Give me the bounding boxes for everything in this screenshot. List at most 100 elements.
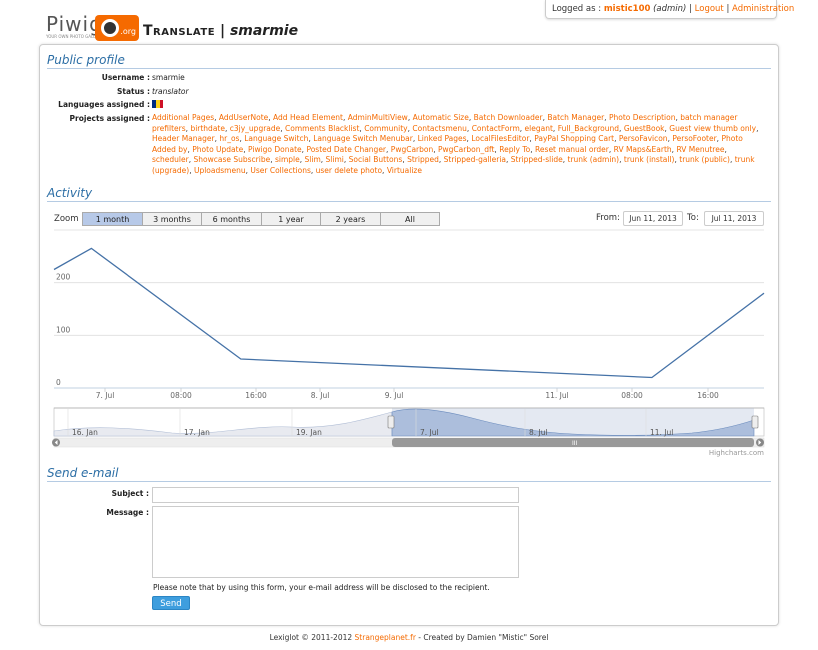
zoom-button-3-months[interactable]: 3 months — [142, 212, 202, 226]
project-link[interactable]: Batch Downloader — [474, 113, 543, 122]
camera-icon: .org — [95, 15, 139, 41]
x-tick-label: 08:00 — [170, 391, 192, 400]
project-link[interactable]: Contactsmenu — [412, 124, 467, 133]
project-link[interactable]: Showcase Subscribe — [193, 155, 270, 164]
navigator-label: 17. Jan — [184, 428, 210, 437]
project-link[interactable]: RV Menutree — [676, 145, 724, 154]
project-link[interactable]: Additional Pages — [152, 113, 214, 122]
project-link[interactable]: user delete photo — [316, 166, 382, 175]
zoom-button-6-months[interactable]: 6 months — [201, 212, 262, 226]
zoom-button-1-year[interactable]: 1 year — [261, 212, 321, 226]
project-link[interactable]: Automatic Size — [413, 113, 469, 122]
project-link[interactable]: Header Manager — [152, 134, 215, 143]
current-user-link[interactable]: mistic100 — [604, 4, 651, 14]
navigator-left-handle — [387, 415, 395, 429]
project-link[interactable]: LocalFilesEditor — [471, 134, 529, 143]
x-tick-label: 16:00 — [245, 391, 267, 400]
project-link[interactable]: AdminMultiView — [348, 113, 408, 122]
projects-list: Additional Pages, AddUserNote, Add Head … — [152, 113, 759, 175]
project-link[interactable]: Full_Background — [558, 124, 619, 133]
project-link[interactable]: Reply To — [499, 145, 530, 154]
logged-as-prefix: Logged as : — [552, 4, 602, 14]
navigator-label: 7. Jul — [420, 428, 439, 437]
project-link[interactable]: trunk (admin) — [568, 155, 620, 164]
project-link[interactable]: Stripped-slide — [511, 155, 563, 164]
page-title: Translate | smarmie — [143, 23, 298, 39]
project-link[interactable]: PwgCarbon_dft — [438, 145, 494, 154]
project-link[interactable]: Piwigo Donate — [248, 145, 302, 154]
project-link[interactable]: hr_os — [219, 134, 239, 143]
email-disclosure-notice: Please note that by using this form, you… — [153, 583, 490, 592]
project-link[interactable]: Comments Blacklist — [285, 124, 359, 133]
project-link[interactable]: Stripped-galleria — [444, 155, 506, 164]
logo-org: .org — [120, 27, 136, 36]
y-tick-label: 0 — [56, 378, 61, 387]
project-link[interactable]: PersoFooter — [672, 134, 716, 143]
project-link[interactable]: Slim — [305, 155, 321, 164]
project-link[interactable]: Slimi — [326, 155, 344, 164]
from-date-input[interactable]: Jun 11, 2013 — [623, 211, 683, 226]
project-link[interactable]: Social Buttons — [349, 155, 403, 164]
administration-link[interactable]: Administration — [732, 4, 794, 14]
project-link[interactable]: Photo Update — [192, 145, 243, 154]
project-link[interactable]: Reset manual order — [535, 145, 609, 154]
project-link[interactable]: simple — [275, 155, 300, 164]
page-title-user: smarmie — [229, 23, 299, 39]
footer-copyright: Lexiglot © 2011-2012 — [269, 633, 353, 642]
project-link[interactable]: PersoFavicon — [619, 134, 668, 143]
x-tick-label: 11. Jul — [545, 391, 568, 400]
to-date-input[interactable]: Jul 11, 2013 — [704, 211, 764, 226]
x-tick-label: 16:00 — [697, 391, 719, 400]
project-link[interactable]: Linked Pages — [418, 134, 467, 143]
section-title-activity: Activity — [47, 186, 771, 202]
project-link[interactable]: PayPal Shopping Cart — [534, 134, 614, 143]
project-link[interactable]: GuestBook — [624, 124, 665, 133]
y-tick-label: 100 — [56, 325, 71, 334]
logout-link[interactable]: Logout — [695, 4, 724, 14]
send-button[interactable]: Send — [152, 596, 190, 610]
project-link[interactable]: Posted Date Changer — [306, 145, 386, 154]
navigator-label: 19. Jan — [296, 428, 322, 437]
highcharts-credit[interactable]: Highcharts.com — [709, 449, 764, 457]
svg-text:III: III — [572, 440, 578, 447]
section-title-profile: Public profile — [47, 53, 771, 69]
project-link[interactable]: Language Switch Menubar — [313, 134, 413, 143]
x-tick-label: 08:00 — [621, 391, 643, 400]
section-title-email: Send e-mail — [47, 466, 771, 482]
message-textarea[interactable] — [152, 506, 519, 578]
x-tick-label: 8. Jul — [311, 391, 330, 400]
project-link[interactable]: AddUserNote — [219, 113, 268, 122]
zoom-button-2-years[interactable]: 2 years — [320, 212, 381, 226]
project-link[interactable]: User Collections — [250, 166, 310, 175]
project-link[interactable]: Virtualize — [387, 166, 422, 175]
project-link[interactable]: RV Maps&Earth — [614, 145, 672, 154]
page-title-text: Translate — [143, 23, 216, 39]
footer-strangeplanet-link[interactable]: Strangeplanet.fr — [355, 633, 416, 642]
zoom-label: Zoom — [54, 214, 79, 224]
project-link[interactable]: Language Switch — [244, 134, 308, 143]
project-link[interactable]: Guest view thumb only — [669, 124, 756, 133]
project-link[interactable]: Photo Description — [609, 113, 676, 122]
project-link[interactable]: elegant — [525, 124, 553, 133]
zoom-button-all[interactable]: All — [380, 212, 440, 226]
project-link[interactable]: trunk (public) — [679, 155, 730, 164]
subject-input[interactable] — [152, 487, 519, 503]
title-separator: | — [219, 23, 226, 39]
project-link[interactable]: Add Head Element — [273, 113, 343, 122]
project-link[interactable]: ContactForm — [472, 124, 520, 133]
project-link[interactable]: Stripped — [407, 155, 439, 164]
activity-chart: 0 100 200 7. Jul 08:00 16:00 8. Jul 9. Jul 11. … — [52, 229, 765, 457]
project-link[interactable]: Uploadsmenu — [194, 166, 246, 175]
project-link[interactable]: c3jy_upgrade — [230, 124, 281, 133]
x-tick-label: 7. Jul — [96, 391, 115, 400]
project-link[interactable]: Community — [364, 124, 407, 133]
y-axis-labels: 0 100 200 — [56, 273, 71, 387]
project-link[interactable]: Batch Manager — [547, 113, 604, 122]
message-label: Message : — [106, 508, 149, 517]
project-link[interactable]: PwgCarbon — [391, 145, 433, 154]
project-link[interactable]: birthdate — [190, 124, 225, 133]
zoom-button-1-month[interactable]: 1 month — [82, 212, 143, 226]
project-link[interactable]: trunk (install) — [624, 155, 675, 164]
project-link[interactable]: scheduler — [152, 155, 189, 164]
x-tick-label: 9. Jul — [385, 391, 404, 400]
